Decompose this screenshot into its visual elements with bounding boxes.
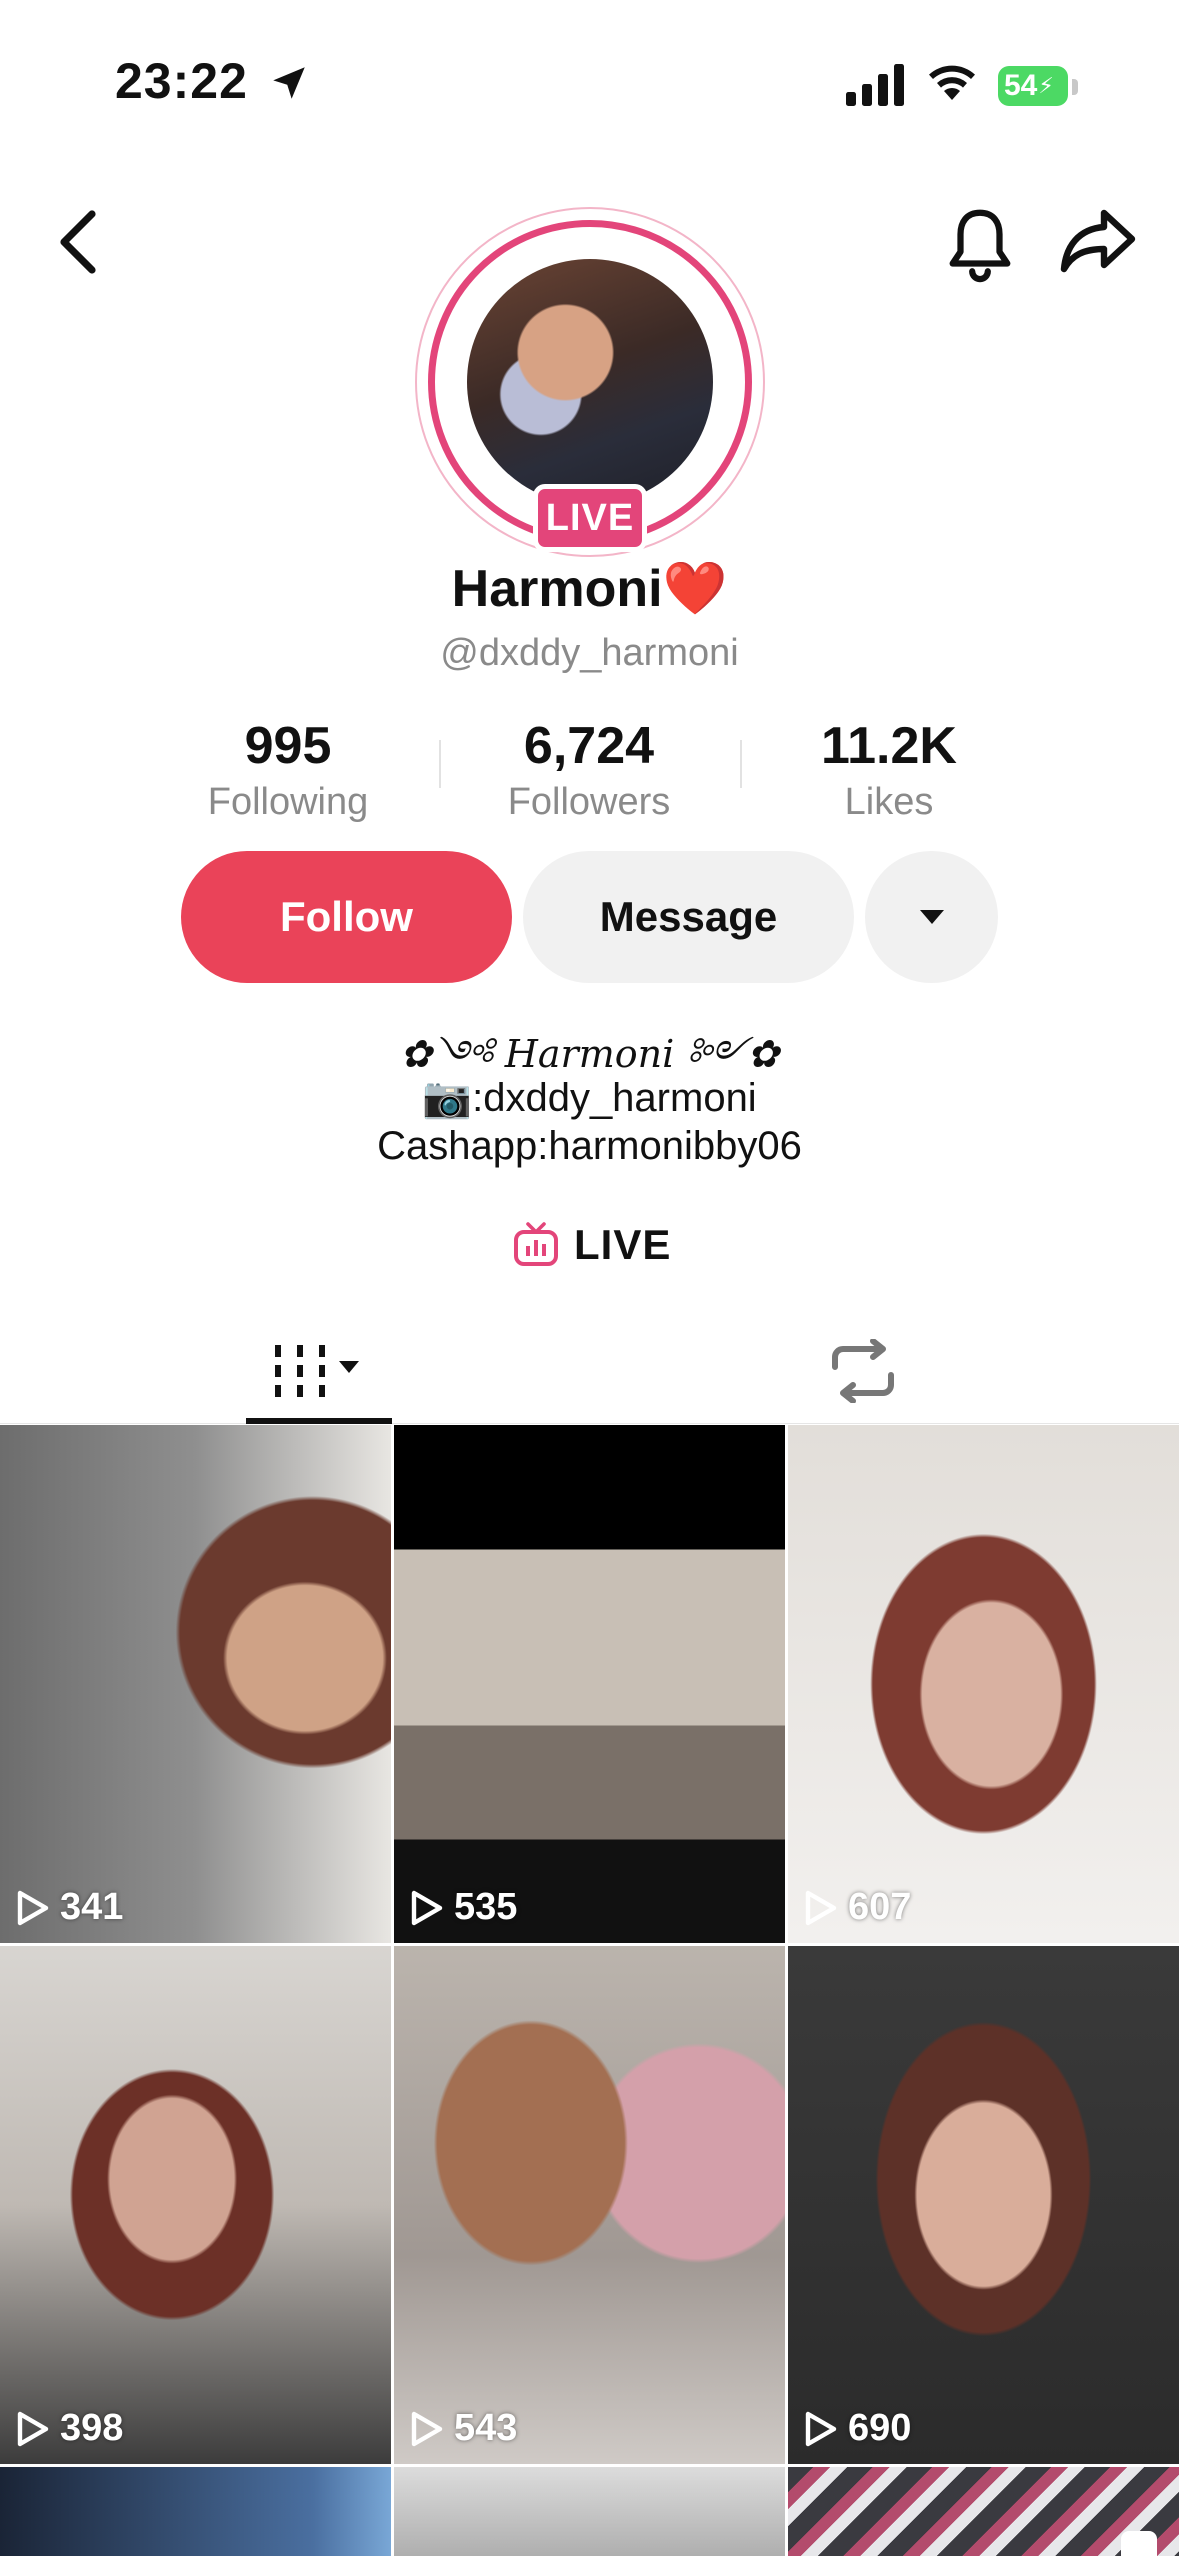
view-count: 543: [410, 2407, 517, 2450]
tab-divider: [0, 1423, 1179, 1424]
cellular-signal-icon: [846, 64, 904, 106]
battery-charging-icon: 54 ⚡: [998, 66, 1068, 106]
stat-label: Likes: [844, 781, 934, 823]
message-button[interactable]: Message: [523, 851, 854, 983]
active-tab-indicator: [246, 1418, 392, 1424]
status-bar: 23:22 54 ⚡: [0, 0, 1179, 160]
bio-line-2: 📷:dxddy_harmoni: [422, 1076, 757, 1120]
follow-button[interactable]: Follow: [181, 851, 512, 983]
status-time: 23:22: [115, 53, 248, 109]
tab-reposts[interactable]: [820, 1318, 906, 1424]
view-count-value: 398: [60, 2407, 124, 2449]
caret-down-icon: [919, 910, 944, 924]
view-count-value: 607: [848, 1886, 912, 1928]
view-count: 607: [804, 1886, 911, 1929]
live-tv-icon: [514, 1222, 558, 1266]
video-tile[interactable]: 690: [788, 1946, 1179, 2464]
live-link[interactable]: LIVE: [512, 1215, 671, 1275]
avatar[interactable]: [467, 259, 713, 505]
share-arrow-icon[interactable]: [1060, 207, 1136, 275]
view-count: 535: [410, 1886, 517, 1929]
videos-grid-icon: [275, 1345, 359, 1397]
stat-followers[interactable]: 6,724 Followers: [469, 712, 709, 824]
view-count-value: 690: [848, 2407, 912, 2449]
stat-following[interactable]: 995 Following: [168, 712, 408, 824]
repost-icon: [832, 1339, 894, 1403]
video-tile[interactable]: [788, 2467, 1179, 2556]
video-tile[interactable]: 341: [0, 1425, 391, 1943]
stat-label: Followers: [507, 781, 671, 823]
location-arrow-icon: [273, 67, 305, 99]
bio-line-3: Cashapp:harmonibby06: [377, 1124, 802, 1168]
display-name: Harmoni❤️: [451, 560, 728, 618]
username: @dxddy_harmoni: [440, 632, 739, 674]
chevron-left-icon[interactable]: [50, 208, 110, 276]
stat-divider: [740, 740, 742, 788]
live-badge[interactable]: LIVE: [533, 484, 647, 552]
view-count: 341: [16, 1886, 123, 1929]
video-tile[interactable]: [394, 2467, 785, 2556]
video-tile[interactable]: [0, 2467, 391, 2556]
bell-icon[interactable]: [944, 205, 1016, 283]
multi-photo-icon: [1121, 2531, 1157, 2556]
video-tile[interactable]: 398: [0, 1946, 391, 2464]
play-icon: [411, 2411, 443, 2446]
play-icon: [805, 2411, 837, 2446]
battery-cap: [1072, 79, 1078, 95]
tab-videos[interactable]: [246, 1318, 392, 1424]
video-tile[interactable]: 535: [394, 1425, 785, 1943]
stat-value: 11.2K: [821, 717, 957, 775]
wifi-icon: [929, 65, 975, 100]
view-count: 690: [804, 2407, 911, 2450]
more-options-button[interactable]: [865, 851, 998, 983]
live-link-label: LIVE: [574, 1221, 672, 1268]
stat-value: 6,724: [523, 717, 655, 775]
stat-label: Following: [207, 781, 369, 823]
play-icon: [805, 1890, 837, 1925]
battery-level: 54: [1004, 69, 1038, 102]
stat-value: 995: [244, 717, 332, 775]
view-count: 398: [16, 2407, 123, 2450]
play-icon: [17, 2411, 49, 2446]
stat-likes[interactable]: 11.2K Likes: [769, 712, 1009, 824]
view-count-value: 341: [60, 1886, 124, 1928]
play-icon: [17, 1890, 49, 1925]
video-tile[interactable]: 607: [788, 1425, 1179, 1943]
video-tile[interactable]: 543: [394, 1946, 785, 2464]
view-count-value: 543: [454, 2407, 518, 2449]
view-count-value: 535: [454, 1886, 518, 1928]
play-icon: [411, 1890, 443, 1925]
stat-divider: [439, 740, 441, 788]
